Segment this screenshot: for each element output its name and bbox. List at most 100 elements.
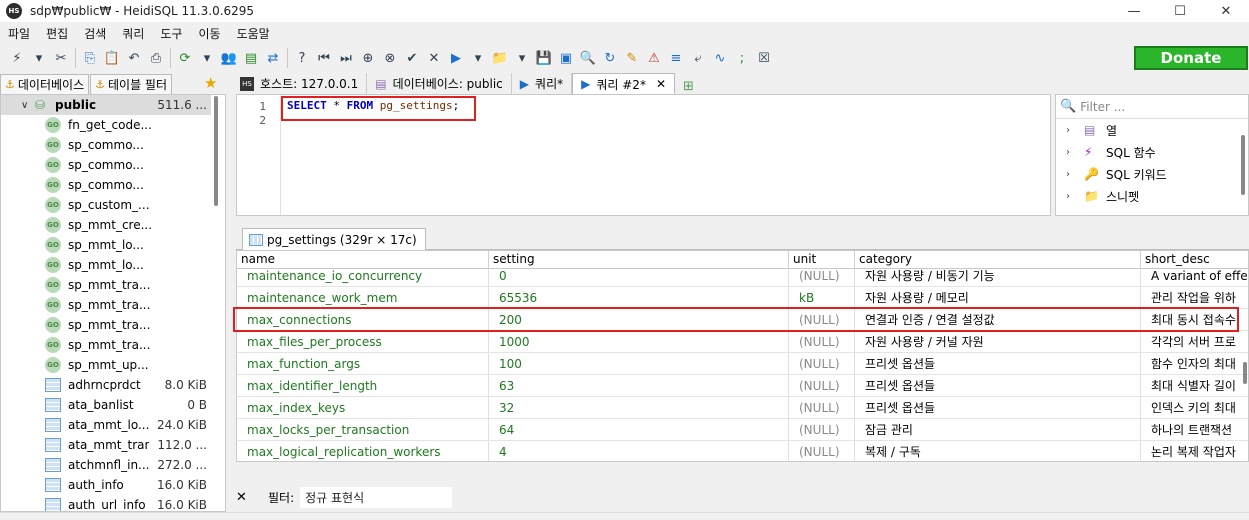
table-row[interactable]: max_files_per_process 1000 (NULL) 자원 사용량… (237, 331, 1248, 353)
cell-name[interactable]: max_function_args (237, 353, 489, 375)
menu-edit[interactable]: 편집 (38, 25, 76, 42)
cell-category[interactable]: 복제 / 구독 (855, 441, 1141, 461)
column-header-setting[interactable]: setting (489, 251, 789, 269)
tab-database[interactable]: ▤ 데이터베이스: public (367, 73, 512, 94)
cell-unit[interactable]: (NULL) (789, 375, 855, 397)
tree-item-routine[interactable]: GO sp_commo... (1, 135, 211, 155)
tree-item-table[interactable]: auth_info 16.0 KiB (1, 475, 211, 495)
column-header-unit[interactable]: unit (789, 251, 855, 269)
binary-icon[interactable]: ≡ (666, 48, 686, 68)
tree-item-table[interactable]: auth_url_info 16.0 KiB (1, 495, 211, 511)
close-window-button[interactable]: ✕ (1203, 0, 1249, 22)
table-row[interactable]: max_logical_replication_workers 4 (NULL)… (237, 441, 1248, 461)
helper-item-columns[interactable]: › ▤ 열 (1056, 119, 1248, 141)
paste-icon[interactable]: 📋 (102, 48, 122, 68)
tree-item-routine[interactable]: GO sp_commo... (1, 175, 211, 195)
chevron-right-icon[interactable]: › (1066, 125, 1084, 136)
donate-button[interactable]: Donate (1134, 46, 1248, 70)
tree-item-table[interactable]: ata_banlist 0 B (1, 395, 211, 415)
first-icon[interactable]: ⏮ (314, 48, 334, 68)
chevron-right-icon[interactable]: › (1066, 191, 1084, 202)
open-folder-icon[interactable]: 📁 (490, 48, 510, 68)
table-row[interactable]: max_locks_per_transaction 64 (NULL) 잠금 관… (237, 419, 1248, 441)
tree-item-routine[interactable]: GO sp_mmt_lo... (1, 235, 211, 255)
chevron-right-icon[interactable]: › (1066, 169, 1084, 180)
result-grid[interactable]: maintenance_io_concurrency 0 (NULL) 자원 사… (236, 250, 1249, 462)
cell-category[interactable]: 자원 사용량 / 커널 자원 (855, 331, 1141, 353)
cancel-icon[interactable]: ✕ (424, 48, 444, 68)
favorite-star-icon[interactable]: ★ (204, 74, 217, 92)
table-row[interactable]: max_function_args 100 (NULL) 프리셋 옵션들 함수 … (237, 353, 1248, 375)
table-row[interactable]: max_identifier_length 63 (NULL) 프리셋 옵션들 … (237, 375, 1248, 397)
cell-unit[interactable]: (NULL) (789, 419, 855, 441)
tree-item-table[interactable]: adhrncprdct 8.0 KiB (1, 375, 211, 395)
check-icon[interactable]: ✔ (402, 48, 422, 68)
replace-icon[interactable]: ↻ (600, 48, 620, 68)
undo-icon[interactable]: ↶ (124, 48, 144, 68)
print-icon[interactable]: ⎙ (146, 48, 166, 68)
close-tab-icon[interactable]: ☒ (754, 48, 774, 68)
tree-item-routine[interactable]: GO sp_commo... (1, 155, 211, 175)
cell-name[interactable]: max_locks_per_transaction (237, 419, 489, 441)
menu-help[interactable]: 도움말 (229, 25, 278, 42)
cell-short-desc[interactable]: 논리 복제 작업자 (1141, 441, 1248, 461)
warning-icon[interactable]: ⚠ (644, 48, 664, 68)
close-tab-icon[interactable]: ✕ (656, 77, 666, 91)
last-icon[interactable]: ⏭ (336, 48, 356, 68)
tree-item-routine[interactable]: GO sp_mmt_up... (1, 355, 211, 375)
cell-short-desc[interactable]: 함수 인자의 최대 (1141, 353, 1248, 375)
cell-name[interactable]: max_identifier_length (237, 375, 489, 397)
tab-database-tree[interactable]: ⚓ 데이터베이스 (0, 74, 90, 94)
tree-item-table[interactable]: ata_mmt_lo... 24.0 KiB (1, 415, 211, 435)
chevron-right-icon[interactable]: › (1066, 147, 1084, 158)
help-icon[interactable]: ? (292, 48, 312, 68)
column-header-short-desc[interactable]: short_desc (1141, 251, 1248, 269)
remove-icon[interactable]: ⊗ (380, 48, 400, 68)
find-icon[interactable]: 🔍 (578, 48, 598, 68)
wrap-icon[interactable]: ⤶ (688, 48, 708, 68)
transfer-icon[interactable]: ⇄ (263, 48, 283, 68)
tab-table-filter[interactable]: ⚓ 테이블 필터 (90, 74, 173, 94)
filter-input[interactable]: 정규 표현식 (300, 486, 453, 508)
helper-filter[interactable]: 🔍 Filter ... (1056, 95, 1248, 119)
cell-category[interactable]: 프리셋 옵션들 (855, 353, 1141, 375)
cell-setting[interactable]: 64 (489, 419, 789, 441)
add-icon[interactable]: ⊕ (358, 48, 378, 68)
cell-unit[interactable]: kB (789, 287, 855, 309)
minimize-button[interactable]: — (1111, 0, 1157, 22)
tree-item-routine[interactable]: GO fn_get_code... (1, 115, 211, 135)
dropdown-arrow-icon[interactable]: ▾ (468, 48, 488, 68)
cell-name[interactable]: maintenance_work_mem (237, 287, 489, 309)
tree-item-table[interactable]: atchmnfl_in... 272.0 ... (1, 455, 211, 475)
refresh-icon[interactable]: ⟳ (175, 48, 195, 68)
menu-search[interactable]: 검색 (76, 25, 114, 42)
cell-short-desc[interactable]: 하나의 트랜잭션 (1141, 419, 1248, 441)
tree-item-routine[interactable]: GO sp_mmt_cre... (1, 215, 211, 235)
cell-unit[interactable]: (NULL) (789, 397, 855, 419)
cell-unit[interactable]: (NULL) (789, 353, 855, 375)
result-tab[interactable]: pg_settings (329r × 17c) (242, 228, 426, 250)
close-filter-icon[interactable]: ✕ (236, 490, 256, 505)
table-row[interactable]: max_index_keys 32 (NULL) 프리셋 옵션들 인덱스 키의 … (237, 397, 1248, 419)
user-manager-icon[interactable]: 👥 (219, 48, 239, 68)
tree-item-routine[interactable]: GO sp_mmt_tra... (1, 275, 211, 295)
chevron-down-icon[interactable]: ∨ (21, 100, 35, 111)
helper-item-sql-keywords[interactable]: › 🔑 SQL 키워드 (1056, 163, 1248, 185)
run-query-icon[interactable]: ▶ (446, 48, 466, 68)
menu-goto[interactable]: 이동 (190, 25, 228, 42)
menu-query[interactable]: 쿼리 (114, 25, 152, 42)
tab-query-1[interactable]: ▶ 쿼리* (512, 73, 573, 94)
copy-icon[interactable]: ⎘ (80, 48, 100, 68)
cell-setting[interactable]: 4 (489, 441, 789, 461)
cell-setting[interactable]: 32 (489, 397, 789, 419)
export-icon[interactable]: ▤ (241, 48, 261, 68)
tree-item-routine[interactable]: GO sp_custom_... (1, 195, 211, 215)
cell-unit[interactable]: (NULL) (789, 331, 855, 353)
dropdown-arrow-icon[interactable]: ▾ (29, 48, 49, 68)
tab-query-2[interactable]: ▶ 쿼리 #2* ✕ (572, 73, 676, 94)
tree-root-public[interactable]: ∨ ⛁ public 511.6 ... (1, 95, 211, 115)
menu-file[interactable]: 파일 (0, 25, 38, 42)
connect-icon[interactable]: ⚡ (7, 48, 27, 68)
disconnect-icon[interactable]: ✂ (51, 48, 71, 68)
cell-category[interactable]: 자원 사용량 / 메모리 (855, 287, 1141, 309)
